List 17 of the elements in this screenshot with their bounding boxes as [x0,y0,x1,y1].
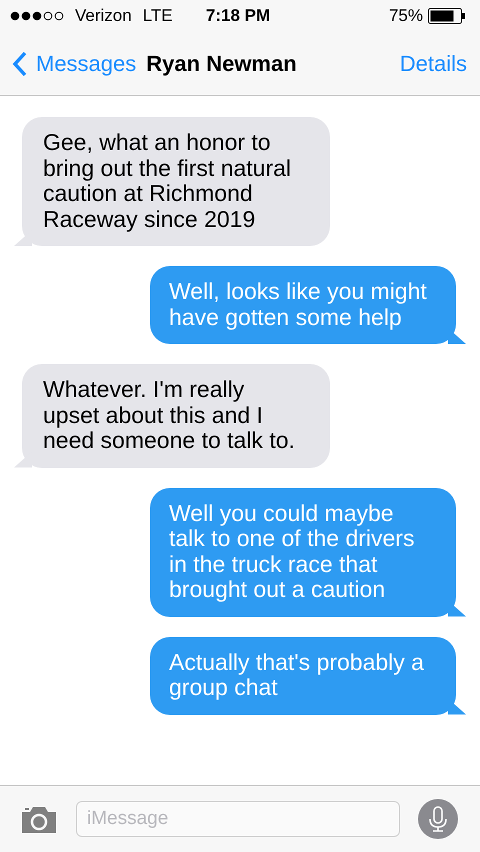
camera-icon[interactable] [20,804,58,834]
microphone-icon[interactable] [418,799,458,839]
battery-percent: 75% [388,6,423,26]
message-bubble: Actually that's probably a group chat [150,636,466,714]
details-button[interactable]: Details [400,50,467,76]
battery-icon [428,8,466,24]
back-button[interactable]: Messages [12,50,136,76]
carrier-name: Verizon [75,6,132,26]
message-bubble: Whatever. I'm really upset about this and I need someone to talk to. [14,364,330,468]
clock: 7:18 PM [206,6,270,26]
chevron-icon[interactable] [12,50,28,76]
message-input[interactable]: iMessage [76,801,400,837]
message-bubble: Well, looks like you might have gotten some help [150,266,466,344]
network-type: LTE [142,6,173,26]
message-bubble: Well you could maybe talk to one of the drivers in the truck race that brought out a caution [150,488,466,616]
contact-name: Ryan Newman [146,50,298,76]
message-bubble: Gee, what an honor to bring out the first natural caution at Richmond Raceway since 2019 [14,117,330,246]
